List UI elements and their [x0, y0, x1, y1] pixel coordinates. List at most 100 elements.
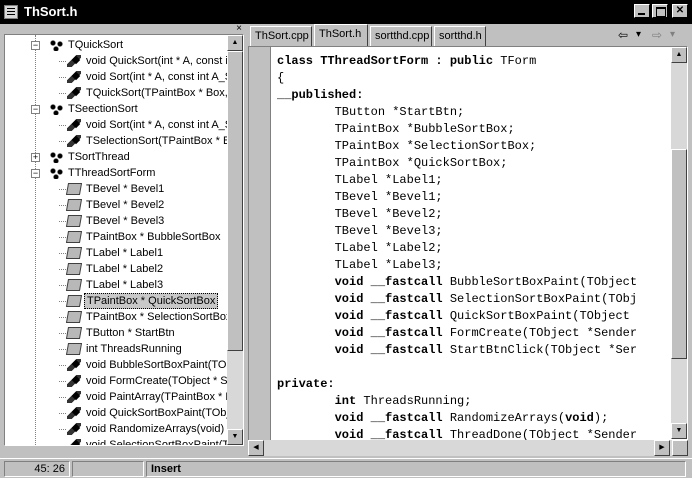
- method-icon: [67, 55, 81, 67]
- tab-thsort-h[interactable]: ThSort.h: [314, 24, 368, 46]
- code-line[interactable]: void __fastcall BubbleSortBoxPaint(TObje…: [277, 274, 637, 291]
- scroll-left-button[interactable]: ◀: [248, 440, 264, 456]
- tree-node-label: TQuickSort: [68, 39, 124, 51]
- tree-guide-line: [59, 285, 66, 286]
- code-line[interactable]: TButton *StartBtn;: [277, 104, 465, 121]
- code-token: TPaintBox *SelectionSortBox;: [277, 139, 537, 153]
- code-line[interactable]: TPaintBox *QuickSortBox;: [277, 155, 508, 172]
- tab-sortthd-h[interactable]: sortthd.h: [434, 26, 486, 46]
- code-token: TForm: [493, 54, 537, 68]
- code-line[interactable]: private:: [277, 376, 335, 393]
- tree-node-label: TQuickSort(TPaintBox * Box, in: [86, 87, 229, 99]
- code-line[interactable]: TBevel *Bevel1;: [277, 189, 443, 206]
- tree-node-label: TSelectionSort(TPaintBox * Box: [86, 135, 229, 147]
- code-editor[interactable]: class TThreadSortForm : public TForm{__p…: [248, 46, 688, 456]
- close-button[interactable]: ✕: [672, 4, 688, 18]
- tree-node-label: void QuickSortBoxPaint(TObje: [86, 407, 229, 419]
- tree-guide-line: [59, 205, 66, 206]
- code-keyword: __fastcall: [370, 411, 443, 425]
- back-dropdown-icon[interactable]: ▾: [636, 27, 641, 43]
- tree-node-label: TLabel * Label3: [86, 279, 164, 291]
- tree-node-label: TPaintBox * SelectionSortBox: [86, 311, 229, 323]
- code-line[interactable]: int ThreadsRunning;: [277, 393, 472, 410]
- tree-guide-line: [59, 221, 66, 222]
- code-keyword: void: [334, 292, 364, 306]
- class-icon: [49, 103, 63, 115]
- tree-node-label: void PaintArray(TPaintBox * Bo: [86, 391, 229, 403]
- code-line[interactable]: class TThreadSortForm : public TForm: [277, 53, 536, 70]
- method-icon: [67, 71, 81, 83]
- collapse-icon[interactable]: −: [31, 169, 40, 178]
- code-line[interactable]: TPaintBox *SelectionSortBox;: [277, 138, 537, 155]
- scroll-corner: [672, 440, 688, 456]
- code-keyword: void: [565, 411, 594, 425]
- collapse-icon[interactable]: −: [31, 105, 40, 114]
- title-bar: ThSort.h ✕: [0, 0, 692, 24]
- tree-node-label: TThreadSortForm: [68, 167, 156, 179]
- tree-node-label: TBevel * Bevel2: [86, 199, 165, 211]
- scroll-down-button[interactable]: ▼: [671, 423, 687, 439]
- minimize-button[interactable]: [634, 4, 650, 18]
- code-line[interactable]: void __fastcall QuickSortBoxPaint(TObjec…: [277, 308, 630, 325]
- tree-vertical-scrollbar[interactable]: ▲ ▼: [227, 35, 243, 445]
- editor-gutter[interactable]: [249, 47, 271, 455]
- class-explorer-header: ×: [4, 24, 244, 34]
- tree-node-label: TPaintBox * BubbleSortBox: [86, 231, 221, 243]
- back-arrow-icon[interactable]: ⇦: [618, 27, 628, 43]
- tree-guide-line: [59, 253, 66, 254]
- code-line[interactable]: {: [277, 70, 284, 87]
- forward-arrow-icon[interactable]: ⇨: [652, 27, 662, 43]
- code-line[interactable]: TLabel *Label2;: [277, 240, 443, 257]
- code-line[interactable]: void __fastcall FormCreate(TObject *Send…: [277, 325, 637, 342]
- tree-guide-line: [59, 429, 66, 430]
- cursor-position: 45: 26: [4, 461, 70, 477]
- collapse-icon[interactable]: −: [31, 41, 40, 50]
- code-keyword: __published:: [277, 88, 364, 102]
- code-line[interactable]: void __fastcall SelectionSortBoxPaint(TO…: [277, 291, 637, 308]
- code-line[interactable]: TLabel *Label1;: [277, 172, 443, 189]
- field-icon: [65, 343, 83, 355]
- scroll-down-button[interactable]: ▼: [227, 429, 243, 445]
- scroll-thumb[interactable]: [671, 149, 687, 359]
- code-line[interactable]: __published:: [277, 87, 363, 104]
- field-icon: [65, 311, 83, 323]
- tab-thsort-cpp[interactable]: ThSort.cpp: [250, 26, 312, 46]
- close-icon[interactable]: ×: [234, 24, 244, 34]
- class-explorer-tree[interactable]: − TQuickSort void QuickSort(int * A, const…: [4, 34, 244, 446]
- tree-node-label: void BubbleSortBoxPaint(TObj: [86, 359, 229, 371]
- code-token: StartBtnClick(TObject *Ser: [442, 343, 638, 357]
- tree-content: − TQuickSort void QuickSort(int * A, const…: [5, 35, 229, 445]
- tree-node-label: TLabel * Label1: [86, 247, 164, 259]
- scroll-right-button[interactable]: ▶: [654, 440, 670, 456]
- code-line[interactable]: void __fastcall StartBtnClick(TObject *S…: [277, 342, 637, 359]
- code-line[interactable]: TPaintBox *BubbleSortBox;: [277, 121, 515, 138]
- tree-guide-line: [59, 333, 66, 334]
- maximize-button[interactable]: [652, 4, 668, 18]
- forward-dropdown-icon[interactable]: ▾: [670, 27, 675, 43]
- code-keyword: void: [334, 275, 364, 289]
- insert-mode: Insert: [146, 461, 686, 477]
- code-token: FormCreate(TObject *Sender: [442, 326, 638, 340]
- code-line[interactable]: TLabel *Label3;: [277, 257, 443, 274]
- editor-horizontal-scrollbar[interactable]: ◀ ▶: [248, 440, 688, 456]
- tree-guide-line: [59, 125, 66, 126]
- tab-sortthd-cpp[interactable]: sortthd.cpp: [370, 26, 432, 46]
- code-line[interactable]: TBevel *Bevel3;: [277, 223, 443, 240]
- method-icon: [67, 359, 81, 371]
- scroll-up-button[interactable]: ▲: [671, 47, 687, 63]
- expand-icon[interactable]: +: [31, 153, 40, 162]
- document-icon[interactable]: [4, 5, 18, 19]
- tree-guide-line: [35, 35, 36, 445]
- editor-vertical-scrollbar[interactable]: ▲ ▼: [671, 47, 687, 439]
- code-line[interactable]: void __fastcall RandomizeArrays(void);: [277, 410, 609, 427]
- code-line[interactable]: TBevel *Bevel2;: [277, 206, 443, 223]
- code-text[interactable]: class TThreadSortForm : public TForm{__p…: [277, 53, 673, 455]
- scroll-up-button[interactable]: ▲: [227, 35, 243, 51]
- scroll-thumb[interactable]: [227, 51, 243, 351]
- method-icon: [67, 439, 81, 445]
